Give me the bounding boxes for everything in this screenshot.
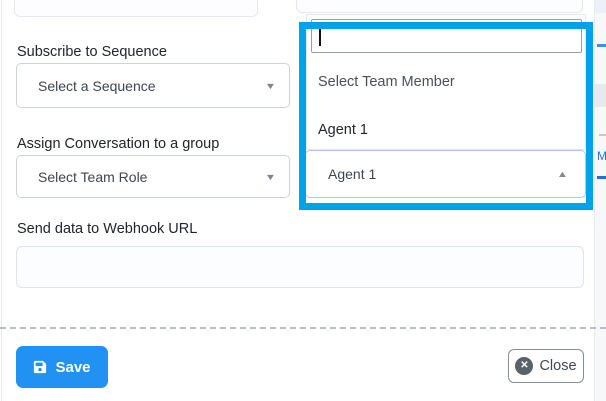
save-disk-icon <box>33 360 47 374</box>
top-left-field-cutoff[interactable] <box>14 0 258 17</box>
assign-group-label: Assign Conversation to a group <box>17 136 219 152</box>
chevron-down-icon: ▼ <box>265 81 277 91</box>
edge-fragment-block <box>595 84 606 107</box>
team-member-select-value: Agent 1 <box>328 166 376 182</box>
edge-fragment-block <box>595 0 606 13</box>
sequence-select-value: Select a Sequence <box>38 78 156 94</box>
chevron-up-icon: ▲ <box>557 169 569 179</box>
team-member-dropdown-menu: Select Team Member Agent 1 <box>306 14 586 150</box>
close-button[interactable]: ✕ Close <box>508 349 584 383</box>
team-role-select[interactable]: Select Team Role ▼ <box>16 155 290 198</box>
chevron-down-icon: ▼ <box>265 172 277 182</box>
footer-divider <box>0 327 606 329</box>
subscribe-sequence-label: Subscribe to Sequence <box>17 44 167 60</box>
edge-fragment-dash <box>597 44 606 47</box>
webhook-url-label: Send data to Webhook URL <box>17 221 197 237</box>
team-member-search-input[interactable] <box>311 19 582 53</box>
background-page-strip <box>595 0 606 401</box>
team-role-select-value: Select Team Role <box>38 169 147 185</box>
modal-dialog: Subscribe to Sequence Select a Sequence … <box>0 0 606 401</box>
edge-fragment-dash <box>597 176 606 179</box>
dropdown-option-agent-1[interactable]: Agent 1 <box>318 122 368 138</box>
edge-fragment-dash <box>599 134 606 136</box>
edge-fragment-text: M <box>597 149 606 163</box>
sequence-select[interactable]: Select a Sequence ▼ <box>16 63 290 108</box>
team-member-select[interactable]: Agent 1 ▲ <box>305 150 586 198</box>
save-button-label: Save <box>55 359 90 376</box>
text-cursor <box>319 26 321 46</box>
webhook-url-input[interactable] <box>16 246 584 288</box>
close-button-label: Close <box>539 358 576 374</box>
top-right-field-cutoff[interactable] <box>296 0 583 13</box>
save-button[interactable]: Save <box>16 346 108 388</box>
modal-left-border <box>1 0 2 401</box>
close-x-icon: ✕ <box>515 357 533 375</box>
dropdown-option-select-team-member[interactable]: Select Team Member <box>318 74 455 90</box>
